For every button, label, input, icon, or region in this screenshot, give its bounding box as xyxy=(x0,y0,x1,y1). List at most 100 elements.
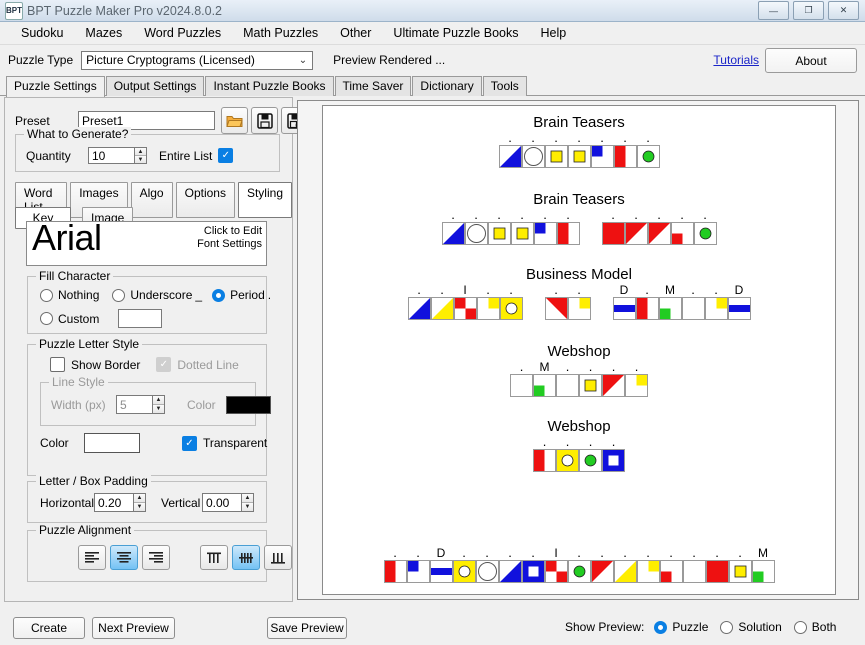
tab-tools[interactable]: Tools xyxy=(483,76,527,96)
puzzle-cell: . xyxy=(579,435,602,472)
puzzle-clue: . xyxy=(612,435,616,449)
entire-list-label: Entire List xyxy=(159,149,212,163)
padding-horizontal-input[interactable]: 0.20 xyxy=(94,493,134,512)
letter-color-swatch[interactable] xyxy=(84,433,140,453)
menu-word-puzzles[interactable]: Word Puzzles xyxy=(133,23,232,43)
save-icon[interactable] xyxy=(251,107,278,134)
tab-time-saver[interactable]: Time Saver xyxy=(335,76,412,96)
puzzle-row: ..I....D.M..D xyxy=(323,283,835,320)
save-preview-button[interactable]: Save Preview xyxy=(267,617,347,639)
show-preview-puzzle-radio[interactable] xyxy=(654,621,667,634)
font-preview-box[interactable]: Arial Click to Edit Font Settings xyxy=(26,221,267,266)
tab-puzzle-settings[interactable]: Puzzle Settings xyxy=(6,76,105,97)
dotted-line-checkbox[interactable]: ✓ xyxy=(156,357,171,372)
puzzle-tile-sq-yellow xyxy=(488,222,511,245)
puzzle-cell: . xyxy=(407,546,430,583)
menu-mazes[interactable]: Mazes xyxy=(74,23,133,43)
show-border-checkbox[interactable] xyxy=(50,357,65,372)
tab-dictionary[interactable]: Dictionary xyxy=(412,76,481,96)
puzzle-cell: . xyxy=(602,435,625,472)
menu-other[interactable]: Other xyxy=(329,23,382,43)
puzzle-tile-circle-green xyxy=(579,449,602,472)
fill-period-radio[interactable] xyxy=(212,289,225,302)
padding-horizontal-stepper[interactable]: ▲▼ xyxy=(134,493,146,512)
valign-bottom-button[interactable] xyxy=(264,545,292,570)
puzzle-cell: . xyxy=(568,283,591,320)
puzzle-tile-checker-red xyxy=(454,297,477,320)
menu-ultimate-puzzle-books[interactable]: Ultimate Puzzle Books xyxy=(382,23,529,43)
padding-vertical-label: Vertical xyxy=(161,496,202,510)
puzzle-clue: . xyxy=(577,546,581,560)
entire-list-checkbox[interactable]: ✓ xyxy=(218,148,233,163)
puzzle-type-select[interactable]: Picture Cryptograms (Licensed) ⌄ xyxy=(81,51,313,70)
puzzle-row: .M.... xyxy=(323,360,835,397)
puzzle-cell: . xyxy=(556,360,579,397)
close-icon[interactable]: ✕ xyxy=(828,1,859,20)
menu-help[interactable]: Help xyxy=(529,23,577,43)
tab-options[interactable]: Options xyxy=(176,182,235,218)
create-button[interactable]: Create xyxy=(13,617,85,639)
menu-math-puzzles[interactable]: Math Puzzles xyxy=(232,23,329,43)
puzzle-cell: . xyxy=(545,283,568,320)
menu-sudoku[interactable]: Sudoku xyxy=(10,23,74,43)
puzzle-alignment-group: Puzzle Alignment xyxy=(27,530,267,582)
valign-top-button[interactable] xyxy=(200,545,228,570)
minimize-icon[interactable]: — xyxy=(758,1,789,20)
transparent-checkbox[interactable]: ✓ xyxy=(182,436,197,451)
tab-output-settings[interactable]: Output Settings xyxy=(106,76,205,96)
puzzle-cell: . xyxy=(648,208,671,245)
tab-instant-puzzle-books[interactable]: Instant Puzzle Books xyxy=(205,76,333,96)
puzzle-clue: . xyxy=(543,435,547,449)
puzzle-type-bar: Puzzle Type Picture Cryptograms (License… xyxy=(0,45,865,75)
line-width-input[interactable]: 5 xyxy=(116,395,153,414)
puzzle-cell: . xyxy=(500,283,523,320)
puzzle-word: .. xyxy=(545,283,591,320)
puzzle-cell: M xyxy=(752,546,775,583)
tutorials-link[interactable]: Tutorials xyxy=(713,53,759,67)
puzzle-cell: M xyxy=(659,283,682,320)
preset-label: Preset xyxy=(15,114,78,128)
window-title: BPT Puzzle Maker Pro v2024.8.0.2 xyxy=(27,4,222,18)
puzzle-clue: . xyxy=(566,360,570,374)
padding-vertical-input[interactable]: 0.00 xyxy=(202,493,242,512)
puzzle-clue: . xyxy=(646,546,650,560)
font-edit-hint-line2: Font Settings xyxy=(197,238,262,251)
fill-custom-radio[interactable] xyxy=(40,312,53,325)
puzzle-tile-circle-green xyxy=(694,222,717,245)
puzzle-clue: . xyxy=(577,283,581,297)
puzzle-tile-empty xyxy=(510,374,533,397)
quantity-stepper[interactable]: ▲▼ xyxy=(135,147,147,164)
puzzle-title: Business Model xyxy=(323,266,835,283)
folder-open-icon[interactable] xyxy=(221,107,248,134)
puzzle-title: Webshop xyxy=(323,418,835,435)
fill-nothing-radio[interactable] xyxy=(40,289,53,302)
fill-underscore-radio[interactable] xyxy=(112,289,125,302)
font-edit-hint: Click to Edit Font Settings xyxy=(197,225,262,251)
tab-algo[interactable]: Algo xyxy=(131,182,173,218)
valign-middle-button[interactable] xyxy=(232,545,260,570)
maximize-icon[interactable]: ❐ xyxy=(793,1,824,20)
line-width-stepper[interactable]: ▲▼ xyxy=(153,395,165,414)
show-preview-solution-radio[interactable] xyxy=(720,621,733,634)
fill-period-label: Period xyxy=(230,288,265,302)
line-color-swatch[interactable] xyxy=(226,396,271,414)
puzzle-tile-tri-tl-red xyxy=(591,560,614,583)
align-right-button[interactable] xyxy=(142,545,170,570)
fill-character-title: Fill Character xyxy=(36,269,113,283)
tab-styling[interactable]: Styling xyxy=(238,182,292,218)
about-button[interactable]: About xyxy=(765,48,857,73)
show-preview-label: Show Preview: xyxy=(565,620,644,634)
puzzle-tile-tri-br-yellow xyxy=(614,560,637,583)
show-preview-both-radio[interactable] xyxy=(794,621,807,634)
quantity-input[interactable]: 10 xyxy=(88,147,135,164)
align-left-button[interactable] xyxy=(78,545,106,570)
padding-vertical-stepper[interactable]: ▲▼ xyxy=(242,493,254,512)
puzzle-cell: . xyxy=(476,546,499,583)
puzzle-tile-tri-tl-red xyxy=(602,374,625,397)
puzzle-tile-quad-bl-green xyxy=(533,374,556,397)
align-center-button[interactable] xyxy=(110,545,138,570)
next-preview-button[interactable]: Next Preview xyxy=(92,617,175,639)
puzzle-clue: . xyxy=(520,208,524,222)
fill-custom-input[interactable] xyxy=(118,309,162,328)
title-bar: BPT BPT Puzzle Maker Pro v2024.8.0.2 — ❐… xyxy=(0,0,865,22)
